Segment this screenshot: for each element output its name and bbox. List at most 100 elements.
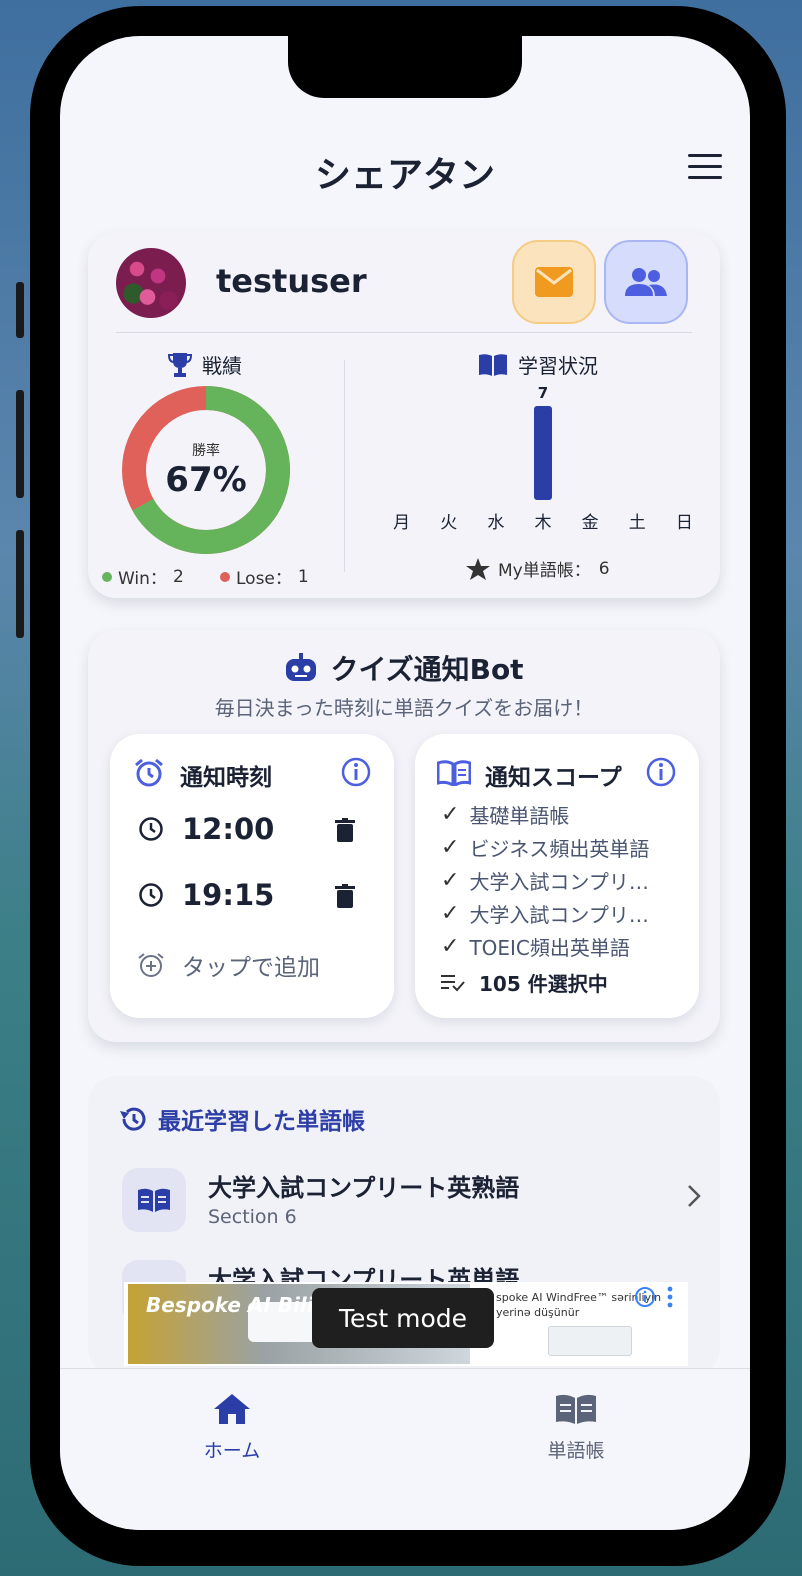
chart-tick-label: 土: [629, 513, 646, 533]
notify-scope-title: 通知スコープ: [485, 765, 622, 791]
mail-icon: [535, 267, 573, 297]
check-icon: ✓: [441, 901, 460, 926]
my-books-label: My単語帳：: [498, 561, 591, 581]
recent-title-text: 最近学習した単語帳: [158, 1109, 365, 1135]
playlist-check-icon: [441, 974, 465, 991]
notify-scope-card: 通知スコープ ✓ 基礎単語帳 ✓ ビジネス頻出英単語 ✓ 大学入試コンプリ… ✓…: [415, 734, 699, 1018]
test-mode-toast: Test mode: [312, 1288, 494, 1348]
win-rate-value: 67%: [165, 460, 247, 500]
trash-icon[interactable]: [334, 818, 356, 842]
win-label: Win：: [118, 569, 167, 589]
hamburger-menu-icon[interactable]: [688, 154, 722, 180]
ad-more-icon[interactable]: [666, 1286, 674, 1308]
recent-book-row[interactable]: 大学入試コンプリート英熟語 Section 6: [122, 1168, 702, 1238]
stats-divider: [344, 360, 345, 572]
people-icon: [625, 268, 667, 296]
notify-time-row[interactable]: 12:00: [138, 812, 274, 846]
tab-wordbooks[interactable]: 単語帳: [516, 1393, 636, 1463]
profile-card: testuser 戦績 勝率 67% Win： 2 Lose： 1 学習状況 月…: [88, 232, 720, 598]
notify-time-value: 19:15: [182, 878, 275, 912]
ad-info-icon[interactable]: [634, 1286, 656, 1308]
scope-item: ✓ ビジネス頻出英単語: [441, 833, 649, 862]
bottom-tab-bar: ホーム 単語帳: [60, 1368, 750, 1530]
bot-title: クイズ通知Bot: [88, 648, 720, 688]
scope-item-label: 大学入試コンプリ…: [469, 903, 649, 927]
info-icon[interactable]: [340, 756, 372, 788]
record-label-text: 戦績: [202, 354, 242, 378]
scope-selected-count[interactable]: 105 件選択中: [441, 968, 608, 997]
bot-title-text: クイズ通知Bot: [330, 653, 524, 686]
quiz-bot-card: クイズ通知Bot 毎日決まった時刻に単語クイズをお届け！ 通知時刻 12:00: [88, 630, 720, 1042]
check-icon: ✓: [441, 835, 460, 860]
chart-bar: [534, 406, 552, 500]
win-rate-label: 勝率: [192, 443, 220, 459]
notify-time-value: 12:00: [182, 812, 275, 846]
bot-subtitle: 毎日決まった時刻に単語クイズをお届け！: [214, 696, 594, 720]
phone-volume-up: [16, 390, 24, 498]
phone-notch: [288, 36, 522, 98]
info-icon[interactable]: [645, 756, 677, 788]
phone-volume-down: [16, 530, 24, 638]
weekly-study-chart: 月 火 水 7 木 金 土 日: [393, 384, 693, 533]
scope-item: ✓ 大学入試コンプリ…: [441, 899, 649, 928]
history-icon: [120, 1107, 146, 1131]
check-icon: ✓: [441, 934, 460, 959]
profile-divider: [116, 332, 692, 333]
notify-time-title: 通知時刻: [180, 765, 272, 791]
alarm-add-icon: [138, 953, 164, 977]
tab-wordbooks-label: 単語帳: [547, 1440, 605, 1462]
book-open-icon: [479, 353, 507, 376]
notify-time-row[interactable]: 19:15: [138, 878, 274, 912]
scope-item: ✓ TOEIC頻出英単語: [441, 932, 630, 961]
chart-tick-label: 水: [487, 513, 504, 533]
scope-item-label: ビジネス頻出英単語: [469, 837, 650, 861]
chart-tick-label: 火: [440, 513, 457, 533]
alarm-clock-icon: [135, 758, 163, 787]
win-dot: [102, 571, 112, 582]
robot-icon: [286, 653, 317, 681]
book-open-icon: [556, 1394, 596, 1424]
ad-product-image: [548, 1326, 632, 1356]
recent-book-section: Section 6: [208, 1206, 297, 1228]
tab-home-label: ホーム: [203, 1440, 261, 1462]
check-icon: ✓: [441, 802, 460, 827]
clock-icon: [139, 883, 163, 907]
lose-count: 1: [297, 566, 309, 587]
clock-icon: [139, 817, 163, 841]
chart-tick-label: 金: [582, 513, 599, 533]
my-books-count: My単語帳： 6: [466, 556, 610, 581]
mail-button[interactable]: [512, 240, 596, 324]
scope-item-label: TOEIC頻出英単語: [469, 936, 630, 960]
app-screen: シェアタン testuser 戦績 勝率 67% Win： 2 Lose： 1 …: [60, 36, 750, 1530]
chart-data-label: 7: [538, 384, 548, 402]
book-open-icon: [138, 1188, 170, 1212]
my-books-value: 6: [598, 558, 610, 579]
lose-dot: [220, 571, 230, 582]
avatar[interactable]: [116, 248, 186, 318]
username: testuser: [216, 262, 367, 300]
book-open-icon: [437, 760, 471, 786]
scope-item-label: 基礎単語帳: [469, 804, 570, 828]
notify-time-card: 通知時刻 12:00 19:15 タップで追加: [110, 734, 394, 1018]
chart-tick-label: 月: [393, 513, 410, 533]
study-label: 学習状況: [478, 350, 598, 379]
phone-silent-switch: [16, 282, 24, 338]
win-legend: Win： 2: [102, 564, 184, 589]
app-title: シェアタン: [314, 155, 495, 196]
star-icon: [466, 557, 490, 580]
scope-item: ✓ 大学入試コンプリ…: [441, 866, 649, 895]
tab-home[interactable]: ホーム: [172, 1393, 292, 1463]
lose-legend: Lose： 1: [220, 564, 309, 589]
ad-brand-text: Bespoke AI Bilir: [146, 1293, 324, 1317]
add-time-button[interactable]: タップで追加: [138, 948, 320, 982]
recent-book-name: 大学入試コンプリート英熟語: [208, 1174, 520, 1202]
lose-label: Lose：: [236, 569, 292, 589]
scope-item: ✓ 基礎単語帳: [441, 800, 569, 829]
trash-icon[interactable]: [334, 884, 356, 908]
chart-tick-label: 日: [676, 513, 693, 533]
trophy-icon: [168, 352, 192, 377]
record-label: 戦績: [168, 350, 242, 379]
check-icon: ✓: [441, 868, 460, 893]
friends-button[interactable]: [604, 240, 688, 324]
add-time-label: タップで追加: [182, 955, 320, 981]
